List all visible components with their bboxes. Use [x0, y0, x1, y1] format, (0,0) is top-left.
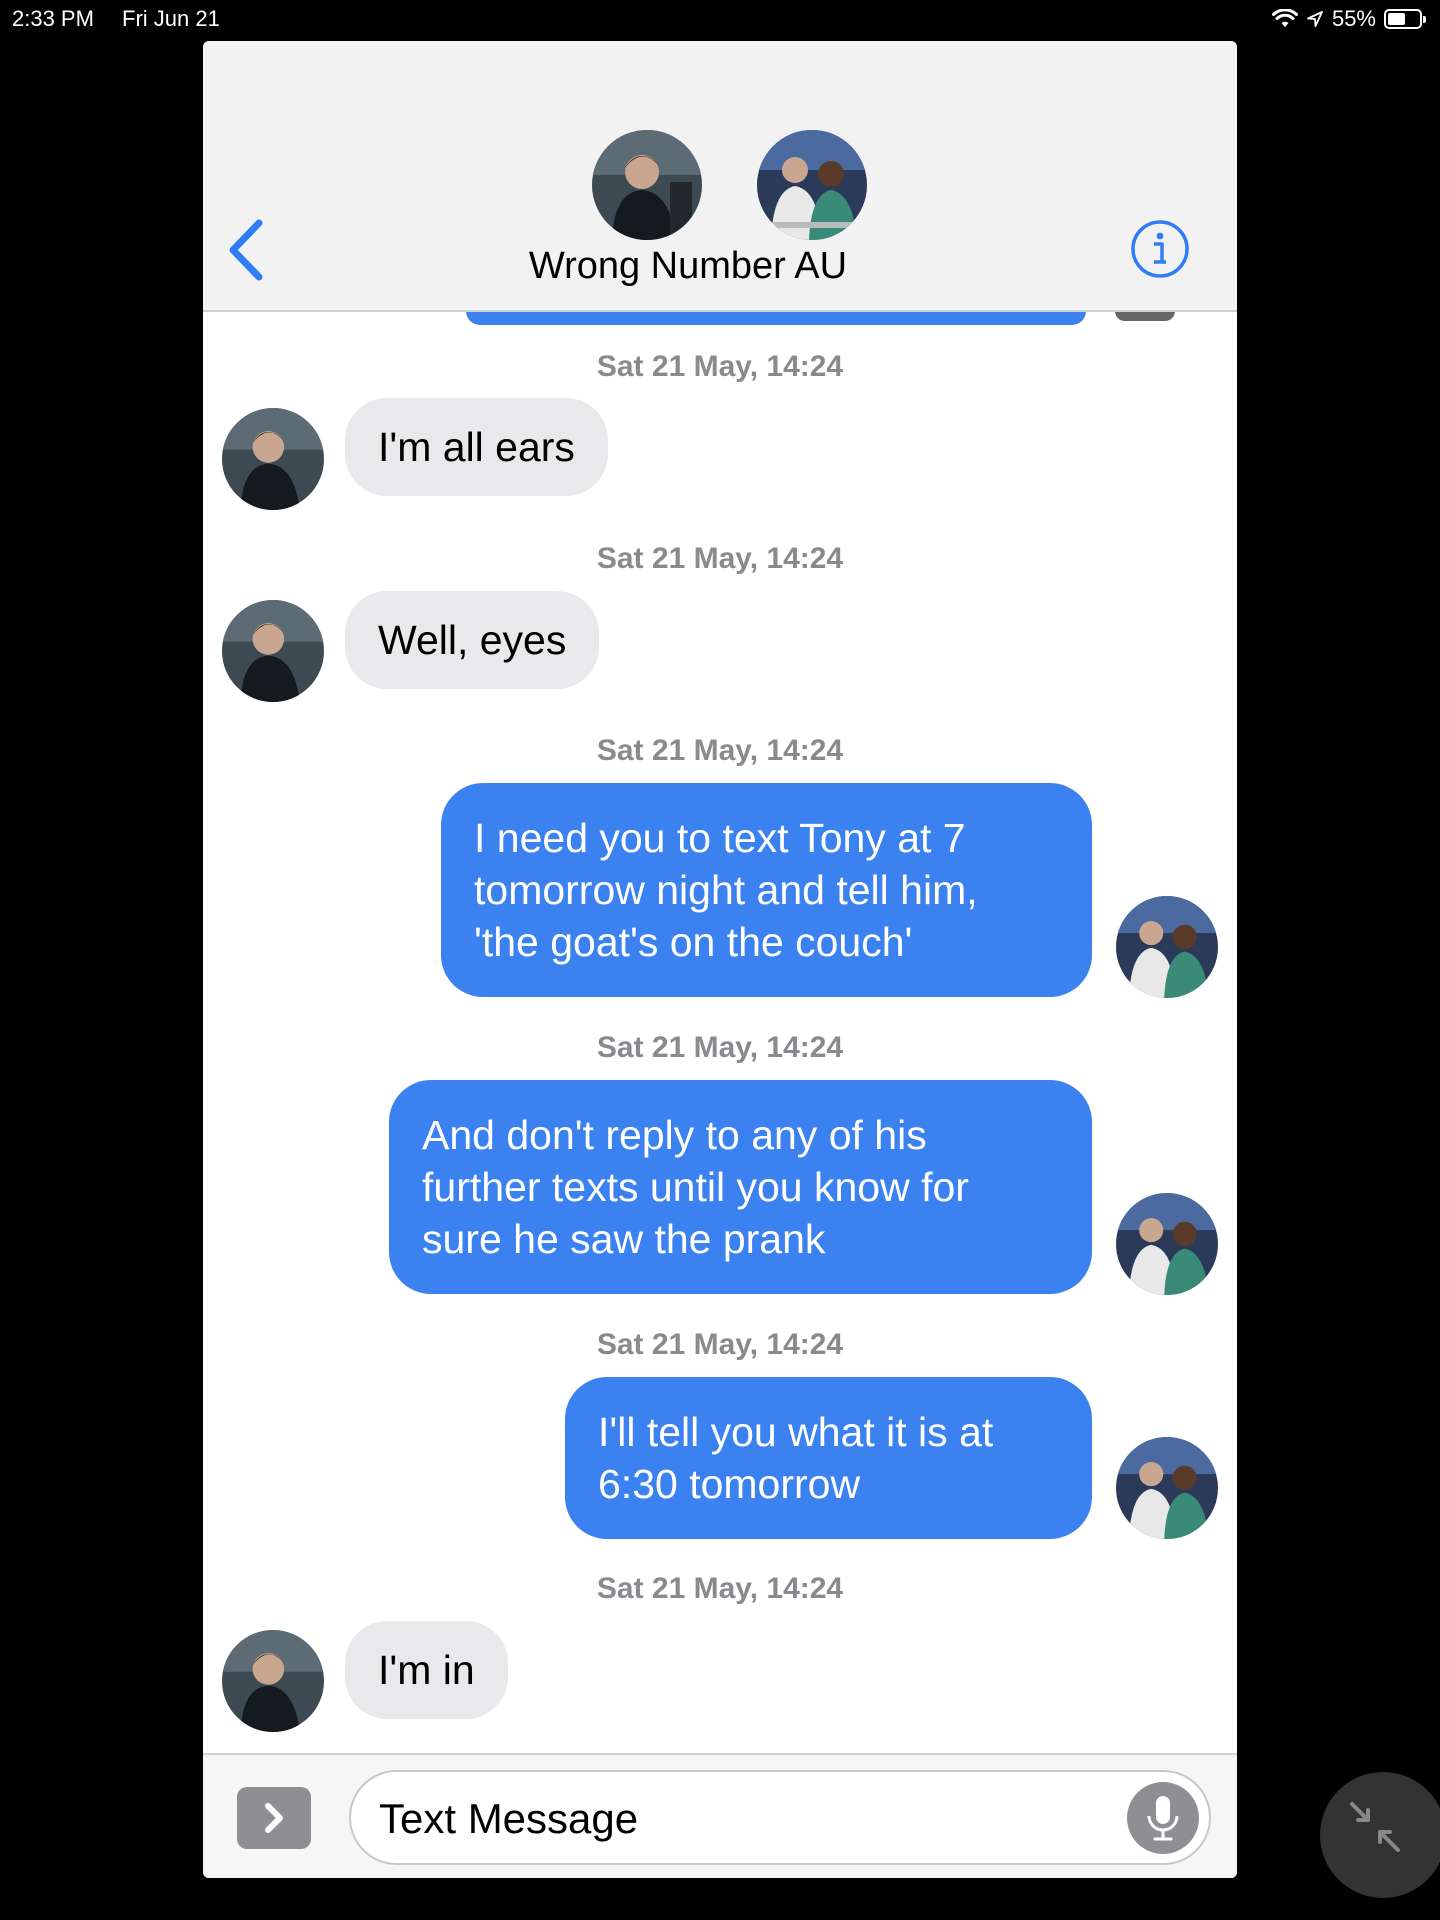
message-text: I'm all ears [378, 424, 575, 470]
conversation-title[interactable]: Wrong Number AU [203, 245, 1237, 288]
messages-panel: Wrong Number AU Sat 21 May, 14:24 I'm al… [203, 41, 1237, 1878]
outgoing-message-bubble[interactable]: I need you to text Tony at 7 tomorrow ni… [441, 783, 1092, 997]
previous-avatar-peek [1115, 311, 1175, 321]
group-avatar-left[interactable] [592, 130, 702, 240]
message-text: I'll tell you what it is at 6:30 tomorro… [598, 1409, 994, 1507]
collapse-button[interactable] [1320, 1772, 1440, 1898]
my-avatar[interactable] [1116, 1193, 1218, 1295]
incoming-message-bubble[interactable]: I'm in [345, 1621, 508, 1719]
previous-bubble-peek [466, 311, 1086, 325]
message-text: I'm in [378, 1647, 475, 1693]
battery-fill [1388, 13, 1405, 25]
message-timestamp: Sat 21 May, 14:24 [596, 542, 844, 575]
microphone-icon [1147, 1796, 1179, 1841]
message-text: I need you to text Tony at 7 tomorrow ni… [474, 815, 978, 965]
collapse-icon [1350, 1802, 1400, 1852]
message-input[interactable] [377, 1790, 1081, 1848]
my-avatar[interactable] [1116, 1437, 1218, 1539]
status-bar: 2:33 PM Fri Jun 21 55% [0, 0, 1440, 40]
chevron-right-icon [265, 1803, 283, 1833]
message-text: And don't reply to any of his further te… [422, 1112, 969, 1262]
incoming-message-bubble[interactable]: Well, eyes [345, 591, 600, 689]
outgoing-message-bubble[interactable]: And don't reply to any of his further te… [389, 1080, 1092, 1294]
status-date: Fri Jun 21 [122, 6, 220, 31]
outgoing-message-bubble[interactable]: I'll tell you what it is at 6:30 tomorro… [565, 1377, 1092, 1539]
status-time: 2:33 PM [12, 6, 94, 31]
message-timestamp: Sat 21 May, 14:24 [596, 1031, 844, 1064]
wifi-icon [1271, 9, 1298, 27]
my-avatar[interactable] [1116, 896, 1218, 998]
message-timestamp: Sat 21 May, 14:24 [596, 1328, 844, 1361]
text-message-field[interactable] [349, 1770, 1211, 1865]
battery-percent: 55% [1331, 6, 1376, 31]
group-avatar-right[interactable] [757, 130, 867, 240]
info-icon[interactable] [1130, 219, 1190, 279]
location-icon [1307, 11, 1323, 27]
sender-avatar[interactable] [222, 1630, 324, 1732]
sender-avatar[interactable] [222, 600, 324, 702]
conversation-header: Wrong Number AU [203, 41, 1237, 312]
message-text: Well, eyes [378, 617, 567, 663]
apps-expand-button[interactable] [237, 1787, 311, 1849]
battery-icon [1384, 9, 1426, 29]
message-timestamp: Sat 21 May, 14:24 [596, 734, 844, 767]
dictation-button[interactable] [1127, 1782, 1199, 1854]
message-composer [203, 1753, 1237, 1878]
incoming-message-bubble[interactable]: I'm all ears [345, 398, 608, 496]
status-right: 55% [1271, 6, 1426, 32]
sender-avatar[interactable] [222, 408, 324, 510]
message-timestamp: Sat 21 May, 14:24 [596, 1572, 844, 1605]
message-timestamp: Sat 21 May, 14:24 [596, 350, 844, 383]
